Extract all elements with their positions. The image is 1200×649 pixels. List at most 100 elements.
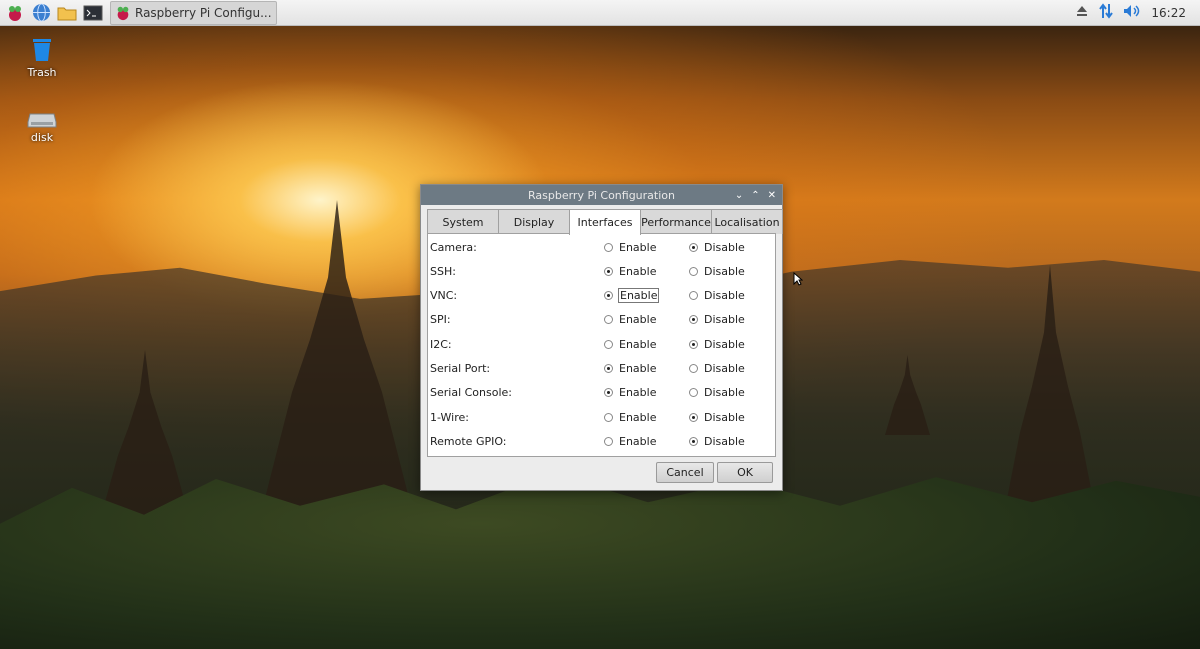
interface-label: SPI: xyxy=(430,313,451,327)
radio-button-icon[interactable] xyxy=(604,291,613,301)
tab-display[interactable]: Display xyxy=(498,209,570,234)
taskbar: Raspberry Pi Configu... 16:22 xyxy=(0,0,1200,26)
radio-button-icon[interactable] xyxy=(689,291,698,301)
radio-button-icon[interactable] xyxy=(689,388,698,398)
radio-button-icon[interactable] xyxy=(604,242,613,252)
tab-bar: System Display Interfaces Performance Lo… xyxy=(427,209,783,235)
radio-button-icon[interactable] xyxy=(689,242,698,252)
close-icon[interactable]: ✕ xyxy=(768,190,776,201)
radio-button-icon[interactable] xyxy=(689,412,698,422)
enable-radio[interactable]: Enable xyxy=(604,288,660,304)
dialog-title: Raspberry Pi Configuration xyxy=(527,188,675,202)
interface-label: Remote GPIO: xyxy=(430,434,507,448)
enable-label: Enable xyxy=(619,410,657,424)
disable-radio[interactable]: Disable xyxy=(689,289,745,302)
radio-button-icon[interactable] xyxy=(604,266,613,276)
enable-label: Enable xyxy=(619,386,657,400)
radio-button-icon[interactable] xyxy=(604,388,613,398)
desktop-icon-label: disk xyxy=(30,131,54,144)
enable-radio[interactable]: Enable xyxy=(604,435,656,448)
interface-label: Serial Port: xyxy=(430,362,491,375)
disable-label: Disable xyxy=(704,410,745,424)
radio-button-icon[interactable] xyxy=(689,436,698,446)
terminal-icon[interactable] xyxy=(82,2,104,24)
disable-radio[interactable]: Disable xyxy=(689,411,745,424)
interface-row: 1-Wire: Enable Disable xyxy=(428,405,775,429)
enable-radio[interactable]: Enable xyxy=(604,362,656,375)
radio-button-icon[interactable] xyxy=(689,266,698,276)
desktop-icon-trash[interactable]: Trash xyxy=(12,35,72,79)
disable-radio[interactable]: Disable xyxy=(689,435,745,448)
interface-row: Serial Port: Enable Disable xyxy=(428,357,775,381)
disable-label: Disable xyxy=(704,386,745,400)
tab-localisation[interactable]: Localisation xyxy=(711,209,783,234)
tab-interfaces[interactable]: Interfaces xyxy=(569,209,641,235)
enable-label: Enable xyxy=(619,313,657,327)
radio-button-icon[interactable] xyxy=(689,339,698,349)
disable-radio[interactable]: Disable xyxy=(689,386,745,399)
chevron-down-icon[interactable]: ⌄ xyxy=(735,190,743,201)
disable-label: Disable xyxy=(704,240,745,254)
radio-button-icon[interactable] xyxy=(604,436,613,446)
radio-button-icon[interactable] xyxy=(689,364,698,373)
interface-row: Serial Console: Enable Disable xyxy=(428,381,775,405)
mouse-cursor-icon xyxy=(793,271,804,289)
volume-icon[interactable] xyxy=(1123,4,1141,21)
enable-label: Enable xyxy=(619,337,657,351)
disable-radio[interactable]: Disable xyxy=(689,313,745,326)
interfaces-panel: Camera: Enable Disable SSH: Enable Disable VNC… xyxy=(427,233,776,457)
trash-icon xyxy=(33,39,51,61)
raspberry-pi-configuration-dialog: Raspberry Pi Configuration ⌄ ⌃ ✕ System … xyxy=(420,184,783,491)
disable-radio[interactable]: Disable xyxy=(689,338,745,351)
taskbar-window-button[interactable]: Raspberry Pi Configu... xyxy=(110,0,277,25)
interface-row: VNC: Enable Disable xyxy=(428,284,775,308)
radio-button-icon[interactable] xyxy=(604,412,613,422)
radio-button-icon[interactable] xyxy=(604,315,613,325)
enable-label: Enable xyxy=(617,288,660,304)
cancel-button[interactable]: Cancel xyxy=(656,462,714,483)
enable-radio[interactable]: Enable xyxy=(604,338,656,351)
interface-label: 1-Wire: xyxy=(430,410,469,424)
disable-radio[interactable]: Disable xyxy=(689,362,745,375)
enable-radio[interactable]: Enable xyxy=(604,411,656,424)
desktop-icon-label: Trash xyxy=(27,66,57,79)
drive-icon xyxy=(27,113,57,128)
disable-radio[interactable]: Disable xyxy=(689,241,745,254)
web-browser-icon[interactable] xyxy=(30,2,52,24)
enable-radio[interactable]: Enable xyxy=(604,386,656,399)
enable-label: Enable xyxy=(619,264,657,278)
interface-label: Camera: xyxy=(430,240,477,254)
radio-button-icon[interactable] xyxy=(689,315,698,325)
chevron-up-icon[interactable]: ⌃ xyxy=(751,190,759,201)
ok-button[interactable]: OK xyxy=(717,462,773,483)
desktop-icon-disk[interactable]: disk xyxy=(12,108,72,144)
interface-label: SSH: xyxy=(430,264,456,278)
radio-button-icon[interactable] xyxy=(604,339,613,349)
disable-label: Disable xyxy=(704,362,745,375)
interface-row: Camera: Enable Disable xyxy=(428,235,775,259)
file-manager-icon[interactable] xyxy=(56,2,78,24)
dialog-titlebar[interactable]: Raspberry Pi Configuration ⌄ ⌃ ✕ xyxy=(421,185,782,205)
disable-radio[interactable]: Disable xyxy=(689,265,745,278)
radio-button-icon[interactable] xyxy=(604,364,613,373)
tab-performance[interactable]: Performance xyxy=(640,209,712,234)
disable-label: Disable xyxy=(704,289,745,303)
eject-icon[interactable] xyxy=(1075,4,1089,21)
enable-radio[interactable]: Enable xyxy=(604,313,656,326)
interface-row: SSH: Enable Disable xyxy=(428,259,775,283)
interface-label: Serial Console: xyxy=(430,386,512,400)
enable-label: Enable xyxy=(619,240,657,254)
interface-label: VNC: xyxy=(430,289,458,303)
enable-radio[interactable]: Enable xyxy=(604,241,656,254)
raspberry-icon xyxy=(117,6,129,20)
interface-row: SPI: Enable Disable xyxy=(428,308,775,332)
enable-radio[interactable]: Enable xyxy=(604,265,656,278)
disable-label: Disable xyxy=(704,313,745,327)
network-icon[interactable] xyxy=(1099,3,1114,22)
clock[interactable]: 16:22 xyxy=(1151,6,1186,20)
interface-row: I2C: Enable Disable xyxy=(428,332,775,356)
disable-label: Disable xyxy=(704,264,745,278)
raspberry-menu-icon[interactable] xyxy=(4,2,26,24)
tab-system[interactable]: System xyxy=(427,209,499,234)
enable-label: Enable xyxy=(619,362,657,375)
